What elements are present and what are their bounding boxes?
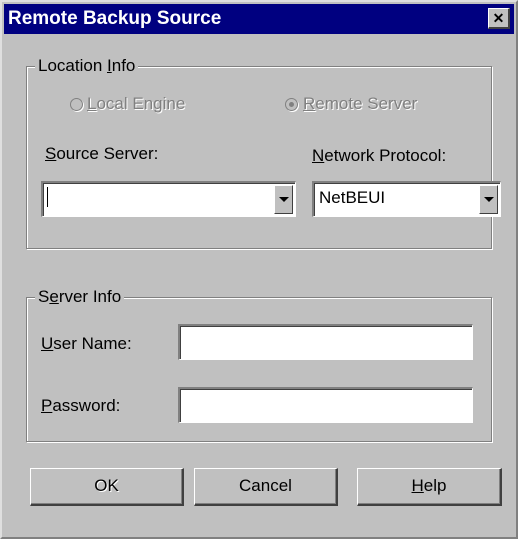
user-name-input[interactable]	[178, 324, 473, 360]
close-button[interactable]: ✕	[488, 8, 510, 29]
remote-server-radio[interactable]	[285, 98, 298, 111]
cancel-button[interactable]: Cancel	[194, 468, 338, 506]
network-protocol-combo[interactable]: NetBEUI	[312, 181, 501, 217]
chevron-down-icon	[484, 197, 494, 202]
remote-server-label: Remote Server	[303, 94, 418, 113]
ok-button[interactable]: OK	[30, 468, 184, 506]
network-protocol-value: NetBEUI	[319, 188, 386, 207]
chevron-down-icon	[279, 197, 289, 202]
help-button[interactable]: Help	[357, 468, 502, 506]
local-engine-radio[interactable]	[70, 98, 83, 111]
server-info-legend: Server Info	[35, 286, 125, 308]
help-button-label: Help	[411, 476, 447, 495]
ok-button-label: OK	[94, 476, 119, 495]
close-icon: ✕	[492, 10, 505, 26]
source-server-label: Source Server:	[45, 144, 159, 163]
source-server-combo[interactable]	[41, 181, 296, 217]
cancel-button-label: Cancel	[239, 476, 292, 495]
window-title: Remote Backup Source	[8, 8, 222, 29]
network-protocol-dropdown-button[interactable]	[479, 185, 498, 214]
local-engine-label: Local Engine	[87, 94, 186, 113]
radio-selected-dot	[289, 102, 294, 107]
source-server-dropdown-button[interactable]	[274, 185, 293, 214]
title-bar[interactable]: Remote Backup Source ✕	[4, 4, 514, 34]
password-label: Password:	[41, 396, 121, 415]
location-info-group: Location Info Local Engine Remote Server…	[26, 55, 501, 249]
server-info-group: Server Info User Name: Password:	[26, 286, 492, 442]
user-name-label: User Name:	[41, 334, 132, 353]
password-input[interactable]	[178, 387, 473, 423]
network-protocol-label: Network Protocol:	[312, 146, 447, 165]
text-caret	[47, 187, 48, 207]
location-info-legend: Location Info	[35, 55, 139, 77]
dialog-window: Remote Backup Source ✕ Location Info Loc…	[0, 0, 518, 539]
